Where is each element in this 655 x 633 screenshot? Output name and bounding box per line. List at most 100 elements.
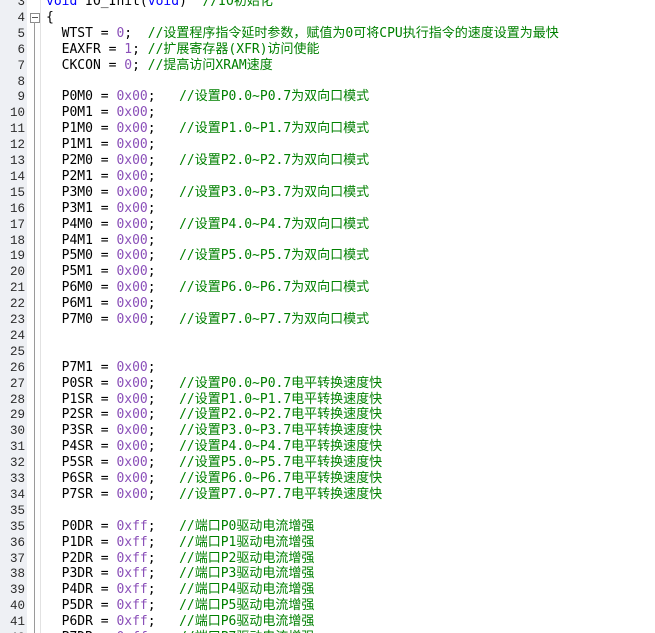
- code-comment: //设置程序指令延时参数，赋值为0可将CPU执行指令的速度设置为最快: [147, 25, 559, 41]
- code-token: P2DR =: [46, 550, 117, 566]
- code-token: P6M0 =: [46, 280, 117, 296]
- code-line[interactable]: 27 P0SR = 0x00; //设置P0.0~P0.7电平转换速度快: [0, 376, 655, 392]
- fold-minus-icon[interactable]: [30, 12, 40, 23]
- code-comment: //端口P1驱动电流增强: [179, 534, 315, 550]
- line-number: 24: [9, 328, 25, 343]
- code-comment: //设置P5.0~P5.7电平转换速度快: [179, 455, 383, 471]
- code-line[interactable]: 41 P6DR = 0xff; //端口P6驱动电流增强: [0, 614, 655, 630]
- code-line[interactable]: 38 P3DR = 0xff; //端口P3驱动电流增强: [0, 566, 655, 582]
- code-line[interactable]: 3 void IO_Init(void) //IO初始化: [0, 0, 655, 10]
- code-token: ;: [147, 296, 156, 312]
- code-text: P2M0 = 0x00; //设置P2.0~P2.7为双向口模式: [46, 153, 370, 169]
- code-line[interactable]: 34 P7SR = 0x00; //设置P7.0~P7.7电平转换速度快: [0, 487, 655, 503]
- code-line[interactable]: 24: [0, 328, 655, 344]
- code-line[interactable]: 36 P1DR = 0xff; //端口P1驱动电流增强: [0, 535, 655, 551]
- code-token: ;: [147, 455, 180, 471]
- code-comment: //设置P3.0~P3.7电平转换速度快: [179, 423, 383, 439]
- code-token: CKCON =: [46, 57, 125, 73]
- code-number: 0: [124, 57, 133, 73]
- code-line[interactable]: 25: [0, 344, 655, 360]
- code-number: 0x00: [116, 280, 148, 296]
- code-token: P1M1 =: [46, 137, 117, 153]
- code-line[interactable]: 35 P0DR = 0xff; //端口P0驱动电流增强: [0, 519, 655, 535]
- code-line[interactable]: 13 P2M0 = 0x00; //设置P2.0~P2.7为双向口模式: [0, 153, 655, 169]
- code-line[interactable]: 28 P1SR = 0x00; //设置P1.0~P1.7电平转换速度快: [0, 392, 655, 408]
- code-line[interactable]: 18 P4M1 = 0x00;: [0, 233, 655, 249]
- line-number: 29: [9, 408, 25, 423]
- code-token: ;: [147, 439, 180, 455]
- code-token: ;: [147, 391, 180, 407]
- code-line[interactable]: 10 P0M1 = 0x00;: [0, 105, 655, 121]
- code-editor[interactable]: 3 void IO_Init(void) //IO初始化 4{5 WTST = 0;…: [0, 0, 655, 633]
- code-line[interactable]: 26 P7M1 = 0x00;: [0, 360, 655, 376]
- code-text: P6DR = 0xff; //端口P6驱动电流增强: [46, 614, 315, 630]
- code-token: ;: [132, 41, 148, 57]
- code-line[interactable]: 22 P6M1 = 0x00;: [0, 296, 655, 312]
- code-number: 0x00: [116, 153, 148, 168]
- code-line[interactable]: 23 P7M0 = 0x00; //设置P7.0~P7.7为双向口模式: [0, 312, 655, 328]
- code-text: EAXFR = 1; //扩展寄存器(XFR)访问使能: [46, 42, 320, 58]
- code-comment: //设置P1.0~P1.7电平转换速度快: [179, 391, 383, 407]
- line-number: 17: [9, 217, 25, 232]
- code-line[interactable]: 32 P5SR = 0x00; //设置P5.0~P5.7电平转换速度快: [0, 455, 655, 471]
- code-token: ;: [124, 25, 148, 41]
- code-token: ;: [147, 248, 180, 264]
- code-line[interactable]: 29 P2SR = 0x00; //设置P2.0~P2.7电平转换速度快: [0, 407, 655, 423]
- code-token: ;: [147, 486, 180, 502]
- code-line[interactable]: 30 P3SR = 0x00; //设置P3.0~P3.7电平转换速度快: [0, 423, 655, 439]
- code-line[interactable]: 7 CKCON = 0; //提高访问XRAM速度: [0, 58, 655, 74]
- code-line[interactable]: 11 P1M0 = 0x00; //设置P1.0~P1.7为双向口模式: [0, 121, 655, 137]
- code-text: P1SR = 0x00; //设置P1.0~P1.7电平转换速度快: [46, 391, 383, 408]
- line-number: 38: [9, 567, 25, 582]
- code-line[interactable]: 20 P5M1 = 0x00;: [0, 264, 655, 280]
- code-line[interactable]: 8: [0, 74, 655, 90]
- code-line[interactable]: 15 P3M0 = 0x00; //设置P3.0~P3.7为双向口模式: [0, 185, 655, 201]
- code-token: ;: [147, 216, 180, 232]
- code-token: P4DR =: [46, 582, 117, 598]
- code-token: ;: [147, 184, 180, 200]
- code-number: 0x00: [116, 184, 148, 200]
- code-token: P5M0 =: [46, 248, 117, 264]
- code-line[interactable]: 12 P1M1 = 0x00;: [0, 137, 655, 153]
- code-number: 0x00: [116, 296, 148, 312]
- code-text: P1DR = 0xff; //端口P1驱动电流增强: [46, 534, 315, 551]
- code-line[interactable]: 40 P5DR = 0xff; //端口P5驱动电流增强: [0, 598, 655, 614]
- code-line[interactable]: 31 P4SR = 0x00; //设置P4.0~P4.7电平转换速度快: [0, 439, 655, 455]
- code-line[interactable]: 16 P3M1 = 0x00;: [0, 201, 655, 217]
- code-number: 0x00: [116, 264, 148, 280]
- line-number: 7: [17, 58, 25, 73]
- code-token: P0SR =: [46, 375, 117, 391]
- code-text: P5M1 = 0x00;: [46, 264, 156, 280]
- code-token: ;: [147, 598, 180, 614]
- code-token: ;: [147, 471, 180, 486]
- code-token: ;: [147, 550, 180, 566]
- code-line[interactable]: 5 WTST = 0; //设置程序指令延时参数，赋值为0可将CPU执行指令的速…: [0, 26, 655, 42]
- code-line[interactable]: 19 P5M0 = 0x00; //设置P5.0~P5.7为双向口模式: [0, 248, 655, 264]
- code-line[interactable]: 37 P2DR = 0xff; //端口P2驱动电流增强: [0, 551, 655, 567]
- code-token: P0M1 =: [46, 105, 117, 121]
- code-number: 0x00: [116, 439, 148, 455]
- line-number: 12: [9, 138, 25, 153]
- code-comment: //设置P3.0~P3.7为双向口模式: [179, 184, 370, 200]
- code-text: P3M1 = 0x00;: [46, 201, 156, 217]
- code-line[interactable]: 9 P0M0 = 0x00; //设置P0.0~P0.7为双向口模式: [0, 89, 655, 105]
- line-number: 20: [9, 265, 25, 280]
- line-number: 41: [9, 615, 25, 630]
- line-number: 8: [17, 74, 25, 89]
- code-line[interactable]: 35: [0, 503, 655, 519]
- code-line[interactable]: 39 P4DR = 0xff; //端口P4驱动电流增强: [0, 582, 655, 598]
- code-line[interactable]: 14 P2M1 = 0x00;: [0, 169, 655, 185]
- code-token: ;: [147, 280, 180, 296]
- code-line[interactable]: 17 P4M0 = 0x00; //设置P4.0~P4.7为双向口模式: [0, 217, 655, 233]
- code-line[interactable]: 33 P6SR = 0x00; //设置P6.0~P6.7电平转换速度快: [0, 471, 655, 487]
- line-number: 19: [9, 249, 25, 264]
- code-line[interactable]: 21 P6M0 = 0x00; //设置P6.0~P6.7为双向口模式: [0, 280, 655, 296]
- code-line[interactable]: 6 EAXFR = 1; //扩展寄存器(XFR)访问使能: [0, 42, 655, 58]
- code-comment: //设置P6.0~P6.7电平转换速度快: [179, 471, 383, 486]
- line-number: 10: [9, 106, 25, 121]
- code-comment: //设置P0.0~P0.7为双向口模式: [179, 89, 370, 105]
- code-token: ;: [147, 105, 156, 121]
- code-comment: //设置P2.0~P2.7为双向口模式: [179, 153, 370, 168]
- code-token: ;: [132, 57, 148, 73]
- code-line[interactable]: 4{: [0, 10, 655, 26]
